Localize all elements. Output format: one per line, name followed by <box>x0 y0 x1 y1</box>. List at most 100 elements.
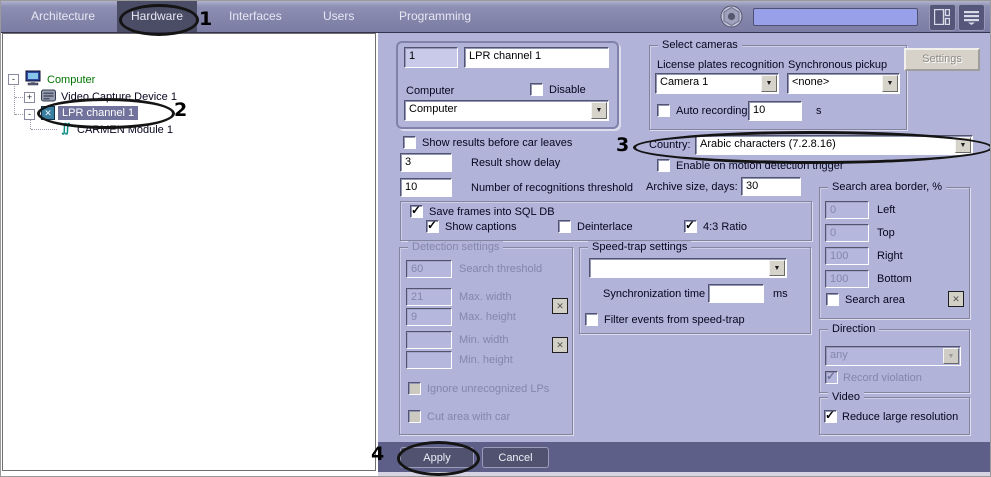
border-bottom-field: 100 <box>825 270 869 288</box>
synchronization-time-label: Synchronization time <box>603 288 705 300</box>
min-width-label: Min. width <box>459 334 509 346</box>
computer-select[interactable]: Computer ▼ <box>404 100 609 121</box>
tree-connector <box>14 86 15 115</box>
tree-collapse-toggle[interactable]: - <box>8 74 19 85</box>
country-select[interactable]: Arabic characters (7.2.8.16) ▼ <box>695 135 973 155</box>
tree-item-computer[interactable]: Computer <box>47 74 95 86</box>
border-left-field: 0 <box>825 201 869 219</box>
ms-unit-label: ms <box>773 288 788 300</box>
settings-button[interactable]: Settings <box>904 48 980 71</box>
reduce-resolution-label: Reduce large resolution <box>842 411 958 423</box>
carmen-module-icon: ∬ <box>59 121 73 135</box>
record-violation-checkbox: ✓ <box>825 371 838 384</box>
chevron-down-icon: ▼ <box>761 75 777 92</box>
min-width-field <box>406 331 452 349</box>
seconds-unit-label: s <box>816 105 822 117</box>
app-window: Architecture Hardware Interfaces Users P… <box>0 0 991 477</box>
tree-connector <box>30 120 31 129</box>
computer-label: Computer <box>406 85 454 97</box>
clear-search-area-button[interactable]: ✕ <box>948 291 964 307</box>
ignore-unrecognized-label: Ignore unrecognized LPs <box>427 383 549 395</box>
disable-checkbox[interactable] <box>530 83 543 96</box>
hardware-tree-panel: - Computer + Video Capture Device 1 - ✕ … <box>2 33 376 471</box>
select-cameras-title: Select cameras <box>658 39 742 51</box>
clear-max-size-button[interactable]: ✕ <box>552 298 568 314</box>
menu-item-programming[interactable]: Programming <box>399 1 471 32</box>
layout-grid-icon <box>934 9 950 28</box>
speed-trap-select[interactable]: ▼ <box>589 258 787 278</box>
tree-item-video-capture-device[interactable]: Video Capture Device 1 <box>61 91 177 103</box>
video-title: Video <box>828 391 864 403</box>
detection-settings-title: Detection settings <box>408 241 503 253</box>
recognitions-threshold-label: Number of recognitions threshold <box>471 182 633 194</box>
window-menu-button[interactable] <box>958 4 985 31</box>
save-frames-sql-label: Save frames into SQL DB <box>429 206 555 218</box>
menu-item-users[interactable]: Users <box>323 1 354 32</box>
recognitions-threshold-field[interactable]: 10 <box>400 178 452 197</box>
reduce-resolution-checkbox[interactable]: ✓ <box>824 410 837 423</box>
computer-icon <box>25 70 42 89</box>
chevron-down-icon: ▼ <box>591 102 607 119</box>
menu-item-hardware[interactable]: Hardware <box>117 1 197 32</box>
sync-pickup-select[interactable]: <none> ▼ <box>787 73 900 94</box>
filter-speed-trap-checkbox[interactable] <box>585 313 598 326</box>
apply-button[interactable]: Apply <box>400 447 474 468</box>
show-results-checkbox[interactable] <box>403 136 416 149</box>
motion-trigger-checkbox[interactable] <box>657 159 670 172</box>
tree-item-lpr-channel[interactable]: LPR channel 1 <box>58 106 138 120</box>
direction-select: any ▼ <box>825 346 961 366</box>
border-right-field: 100 <box>825 247 869 265</box>
archive-size-field[interactable]: 30 <box>741 177 801 196</box>
tree-collapse-toggle[interactable]: - <box>24 109 35 120</box>
motion-trigger-label: Enable on motion detection trigger <box>676 160 844 172</box>
auto-recording-time-field[interactable]: 10 <box>748 101 802 121</box>
object-id-field[interactable]: 1 <box>404 47 458 68</box>
cut-area-checkbox <box>408 410 421 423</box>
clear-min-size-button[interactable]: ✕ <box>552 337 568 353</box>
search-input[interactable] <box>753 8 918 26</box>
search-area-label: Search area <box>845 294 905 306</box>
country-label: Country: <box>649 139 691 151</box>
search-threshold-field: 60 <box>406 260 452 278</box>
cancel-button[interactable]: Cancel <box>482 447 549 468</box>
show-results-label: Show results before car leaves <box>422 137 572 149</box>
deinterlace-checkbox[interactable] <box>558 220 571 233</box>
result-show-delay-field[interactable]: 3 <box>400 153 452 172</box>
menu-lines-icon <box>964 10 979 28</box>
tree-item-carmen-module[interactable]: CARMEN Module 1 <box>77 124 173 136</box>
ratio-label: 4:3 Ratio <box>703 221 747 233</box>
border-top-label: Top <box>877 227 895 239</box>
layout-grid-button[interactable] <box>929 4 956 31</box>
menu-item-architecture[interactable]: Architecture <box>31 1 95 32</box>
speed-trap-title: Speed-trap settings <box>588 241 691 253</box>
menu-item-interfaces[interactable]: Interfaces <box>229 1 282 32</box>
synchronization-time-field[interactable] <box>708 284 764 303</box>
auto-recording-checkbox[interactable] <box>657 104 670 117</box>
archive-size-label: Archive size, days: <box>646 181 738 193</box>
min-height-label: Min. height <box>459 354 513 366</box>
logo-icon <box>720 5 743 31</box>
main-menu-bar: Architecture Hardware Interfaces Users P… <box>1 1 991 33</box>
synchronous-pickup-label: Synchronous pickup <box>788 59 887 71</box>
tree-connector <box>31 129 57 130</box>
direction-title: Direction <box>828 323 879 335</box>
search-threshold-label: Search threshold <box>459 263 542 275</box>
show-captions-checkbox[interactable]: ✓ <box>426 220 439 233</box>
object-name-field[interactable]: LPR channel 1 <box>464 47 609 68</box>
search-area-border-title: Search area border, % <box>828 181 946 193</box>
chevron-down-icon: ▼ <box>769 260 785 276</box>
save-frames-sql-checkbox[interactable]: ✓ <box>410 205 423 218</box>
lpr-camera-select[interactable]: Camera 1 ▼ <box>655 73 779 94</box>
show-captions-label: Show captions <box>445 221 517 233</box>
search-area-checkbox[interactable] <box>826 293 839 306</box>
filter-speed-trap-label: Filter events from speed-trap <box>604 314 745 326</box>
chevron-down-icon: ▼ <box>943 348 959 364</box>
disable-label: Disable <box>549 84 586 96</box>
tree-expand-toggle[interactable]: + <box>24 92 35 103</box>
border-right-label: Right <box>877 250 903 262</box>
border-left-label: Left <box>877 204 895 216</box>
chevron-down-icon: ▼ <box>882 75 898 92</box>
ratio-checkbox[interactable]: ✓ <box>684 220 697 233</box>
auto-recording-label: Auto recording <box>676 105 748 117</box>
license-plates-recognition-label: License plates recognition <box>657 59 784 71</box>
